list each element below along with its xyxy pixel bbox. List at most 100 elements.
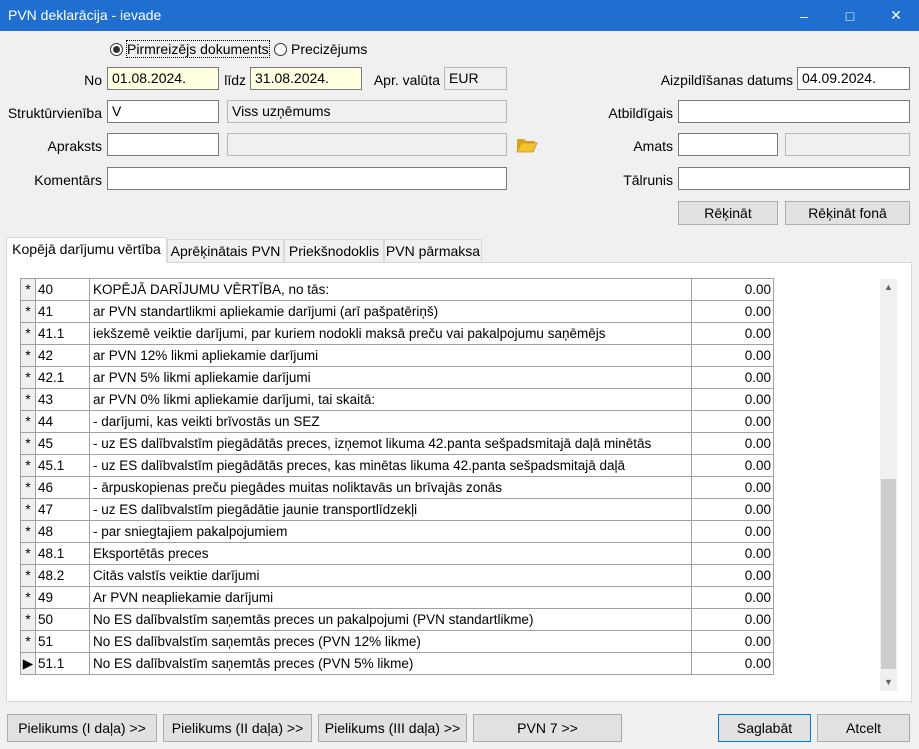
row-selector[interactable]: * bbox=[20, 279, 36, 300]
row-selector[interactable]: * bbox=[20, 389, 36, 410]
row-selector[interactable]: * bbox=[20, 631, 36, 652]
tab-input-tax[interactable]: Priekšnodoklis bbox=[284, 239, 384, 263]
row-value[interactable]: 0.00 bbox=[692, 631, 774, 652]
row-selector[interactable]: * bbox=[20, 301, 36, 322]
row-code[interactable]: 48.1 bbox=[36, 543, 90, 564]
table-row[interactable]: * 51 No ES dalībvalstīm saņemtās preces (P… bbox=[20, 631, 774, 653]
phone-field[interactable] bbox=[678, 167, 910, 190]
responsible-field[interactable] bbox=[678, 100, 910, 123]
scroll-up-icon[interactable]: ▲ bbox=[880, 279, 897, 296]
calculate-button[interactable]: Rēķināt bbox=[678, 201, 778, 225]
row-selector[interactable]: * bbox=[20, 609, 36, 630]
table-row[interactable]: * 48.1 Eksportētās preces 0.00 bbox=[20, 543, 774, 565]
row-value[interactable]: 0.00 bbox=[692, 499, 774, 520]
row-description[interactable]: iekšzemē veiktie darījumi, par kuriem no… bbox=[90, 323, 692, 344]
struct-code-field[interactable]: V bbox=[107, 100, 219, 123]
row-description[interactable]: No ES dalībvalstīm saņemtās preces (PVN … bbox=[90, 631, 692, 652]
row-description[interactable]: No ES dalībvalstīm saņemtās preces un pa… bbox=[90, 609, 692, 630]
row-selector[interactable]: * bbox=[20, 521, 36, 542]
row-code[interactable]: 45.1 bbox=[36, 455, 90, 476]
row-value[interactable]: 0.00 bbox=[692, 477, 774, 498]
table-row[interactable]: * 47- uz ES dalībvalstīm piegādātie jauni… bbox=[20, 499, 774, 521]
table-row[interactable]: * 40 KOPĒJĀ DARĪJUMU VĒRTĪBA, no tās: 0.00 bbox=[20, 279, 774, 301]
row-description[interactable]: KOPĒJĀ DARĪJUMU VĒRTĪBA, no tās: bbox=[90, 279, 692, 300]
row-selector[interactable]: ▶ bbox=[20, 653, 36, 674]
row-value[interactable]: 0.00 bbox=[692, 653, 774, 674]
row-description[interactable]: No ES dalībvalstīm saņemtās preces (PVN … bbox=[90, 653, 692, 674]
row-code[interactable]: 44 bbox=[36, 411, 90, 432]
row-selector[interactable]: * bbox=[20, 587, 36, 608]
row-code[interactable]: 46 bbox=[36, 477, 90, 498]
row-value[interactable]: 0.00 bbox=[692, 389, 774, 410]
row-description[interactable]: ar PVN 12% likmi apliekamie darījumi bbox=[90, 345, 692, 366]
table-row[interactable]: * 41.1 iekšzemē veiktie darījumi, par kuri… bbox=[20, 323, 774, 345]
description-field[interactable] bbox=[107, 133, 219, 156]
row-code[interactable]: 42.1 bbox=[36, 367, 90, 388]
table-row[interactable]: * 43 ar PVN 0% likmi apliekamie darījumi, … bbox=[20, 389, 774, 411]
row-description[interactable]: Citās valstīs veiktie darījumi bbox=[90, 565, 692, 586]
row-code[interactable]: 41.1 bbox=[36, 323, 90, 344]
row-code[interactable]: 42 bbox=[36, 345, 90, 366]
table-row[interactable]: * 50 No ES dalībvalstīm saņemtās preces un… bbox=[20, 609, 774, 631]
row-description[interactable]: Eksportētās preces bbox=[90, 543, 692, 564]
row-description[interactable]: - uz ES dalībvalstīm piegādātie jaunie t… bbox=[90, 499, 692, 520]
row-description[interactable]: - par sniegtajiem pakalpojumiem bbox=[90, 521, 692, 542]
row-selector[interactable]: * bbox=[20, 455, 36, 476]
row-selector[interactable]: * bbox=[20, 367, 36, 388]
row-code[interactable]: 40 bbox=[36, 279, 90, 300]
attachment-part3-button[interactable]: Pielikums (III daļa) >> bbox=[318, 714, 467, 742]
row-selector[interactable]: * bbox=[20, 323, 36, 344]
row-description[interactable]: - darījumi, kas veikti brīvostās un SEZ bbox=[90, 411, 692, 432]
table-row[interactable]: * 41 ar PVN standartlikmi apliekamie darīj… bbox=[20, 301, 774, 323]
grid-scrollbar[interactable]: ▲ ▼ bbox=[880, 279, 897, 691]
calculate-background-button[interactable]: Rēķināt fonā bbox=[785, 201, 910, 225]
row-description[interactable]: ar PVN standartlikmi apliekamie darījumi… bbox=[90, 301, 692, 322]
row-value[interactable]: 0.00 bbox=[692, 323, 774, 344]
save-button[interactable]: Saglabāt bbox=[718, 714, 811, 742]
tab-vat-overpayment[interactable]: PVN pārmaksa bbox=[384, 239, 482, 263]
fill-date-field[interactable]: 04.09.2024. bbox=[797, 67, 910, 90]
table-row[interactable]: ▶ 51.1 No ES dalībvalstīm saņemtās preces … bbox=[20, 653, 774, 675]
row-value[interactable]: 0.00 bbox=[692, 301, 774, 322]
period-from-field[interactable]: 01.08.2024. bbox=[107, 67, 219, 90]
row-code[interactable]: 48.2 bbox=[36, 565, 90, 586]
row-code[interactable]: 41 bbox=[36, 301, 90, 322]
attachment-part2-button[interactable]: Pielikums (II daļa) >> bbox=[163, 714, 312, 742]
row-value[interactable]: 0.00 bbox=[692, 411, 774, 432]
row-value[interactable]: 0.00 bbox=[692, 345, 774, 366]
close-button[interactable]: ✕ bbox=[873, 0, 919, 31]
row-selector[interactable]: * bbox=[20, 433, 36, 454]
row-code[interactable]: 51 bbox=[36, 631, 90, 652]
table-row[interactable]: * 45- uz ES dalībvalstīm piegādātās prece… bbox=[20, 433, 774, 455]
radio-first-document[interactable]: Pirmreizējs dokuments bbox=[110, 40, 270, 58]
row-description[interactable]: - uz ES dalībvalstīm piegādātās preces, … bbox=[90, 433, 692, 454]
scroll-thumb[interactable] bbox=[881, 479, 896, 669]
row-code[interactable]: 47 bbox=[36, 499, 90, 520]
period-to-field[interactable]: 31.08.2024. bbox=[250, 67, 362, 90]
row-description[interactable]: - ārpuskopienas preču piegādes muitas no… bbox=[90, 477, 692, 498]
row-code[interactable]: 45 bbox=[36, 433, 90, 454]
row-value[interactable]: 0.00 bbox=[692, 587, 774, 608]
row-code[interactable]: 43 bbox=[36, 389, 90, 410]
table-row[interactable]: * 48- par sniegtajiem pakalpojumiem 0.00 bbox=[20, 521, 774, 543]
scroll-down-icon[interactable]: ▼ bbox=[880, 674, 897, 691]
table-row[interactable]: * 44- darījumi, kas veikti brīvostās un S… bbox=[20, 411, 774, 433]
row-selector[interactable]: * bbox=[20, 477, 36, 498]
tab-total-value[interactable]: Kopējā darījumu vērtība bbox=[6, 237, 167, 263]
row-value[interactable]: 0.00 bbox=[692, 543, 774, 564]
row-value[interactable]: 0.00 bbox=[692, 367, 774, 388]
table-row[interactable]: * 48.2 Citās valstīs veiktie darījumi 0.00 bbox=[20, 565, 774, 587]
row-selector[interactable]: * bbox=[20, 411, 36, 432]
folder-open-icon[interactable] bbox=[516, 136, 538, 154]
table-row[interactable]: * 42 ar PVN 12% likmi apliekamie darījumi 0… bbox=[20, 345, 774, 367]
row-selector[interactable]: * bbox=[20, 345, 36, 366]
comments-field[interactable] bbox=[107, 167, 507, 190]
row-selector[interactable]: * bbox=[20, 499, 36, 520]
row-description[interactable]: ar PVN 0% likmi apliekamie darījumi, tai… bbox=[90, 389, 692, 410]
cancel-button[interactable]: Atcelt bbox=[817, 714, 910, 742]
row-selector[interactable]: * bbox=[20, 543, 36, 564]
position-field[interactable] bbox=[678, 133, 778, 156]
row-description[interactable]: - uz ES dalībvalstīm piegādātās preces, … bbox=[90, 455, 692, 476]
pvn7-button[interactable]: PVN 7 >> bbox=[473, 714, 622, 742]
row-value[interactable]: 0.00 bbox=[692, 433, 774, 454]
